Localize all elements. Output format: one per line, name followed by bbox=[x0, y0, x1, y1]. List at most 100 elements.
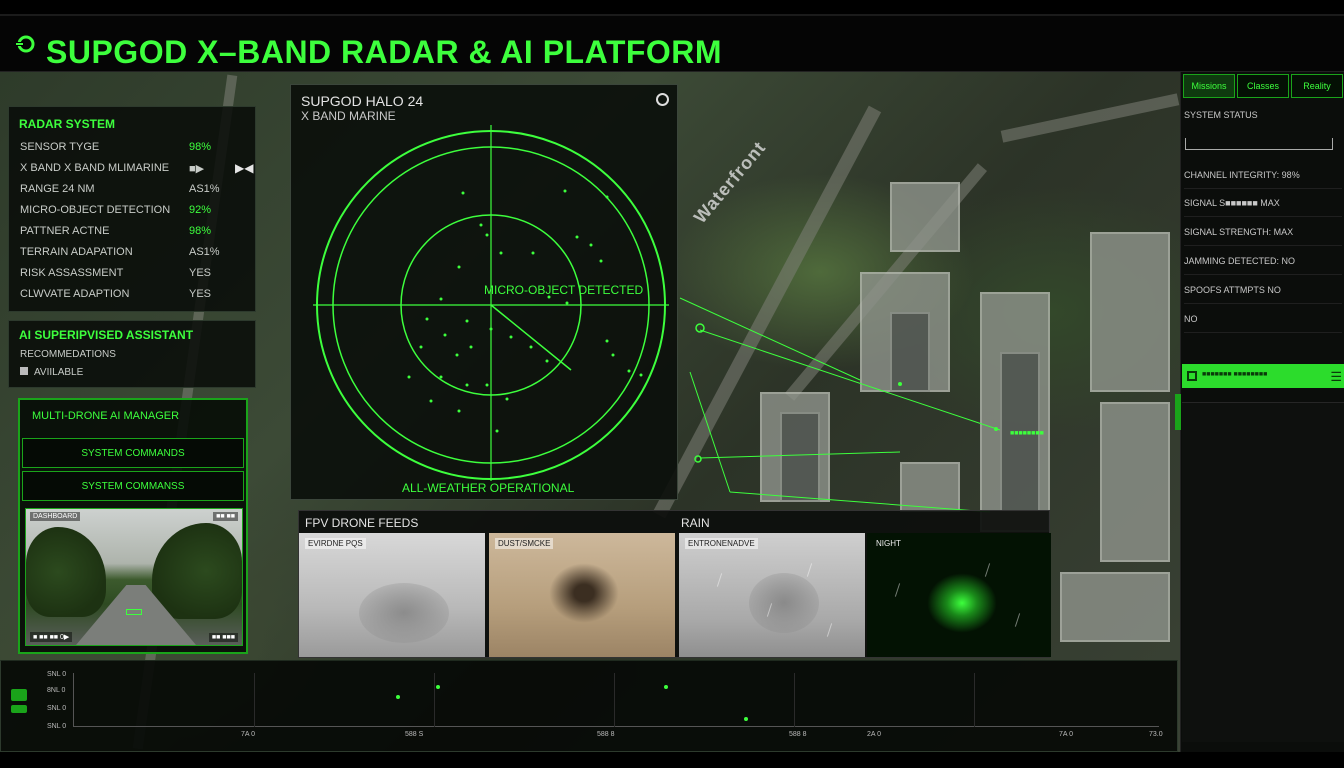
tab-reality[interactable]: Reality bbox=[1291, 74, 1343, 98]
camera-icon[interactable] bbox=[11, 689, 27, 701]
timeline-event[interactable] bbox=[744, 717, 748, 721]
alert-icon bbox=[1187, 371, 1197, 381]
rain-streak bbox=[716, 573, 723, 587]
fpv-feed-dust[interactable]: DUST/SMCKE bbox=[489, 533, 675, 657]
drone-camera-feed[interactable]: DASHBOARD ■■ ■■ ■ ■■ ■■ 0▶ ■■ ■■■ bbox=[25, 508, 243, 646]
rain-streak bbox=[806, 563, 813, 577]
bottom-bar bbox=[0, 752, 1344, 768]
app-header: SUPGOD X–BAND RADAR & AI PLATFORM bbox=[0, 14, 1344, 72]
timeline-x-label: 7A 0 bbox=[1059, 731, 1074, 738]
feed-label: NIGHT bbox=[876, 539, 901, 548]
assistant-title: AI SUPERIPVISED ASSISTANT bbox=[19, 328, 194, 342]
page-title: SUPGOD X–BAND RADAR & AI PLATFORM bbox=[46, 34, 723, 70]
menu-icon[interactable]: ☰ bbox=[1330, 369, 1342, 385]
radar-row-label: MICRO-OBJECT DETECTION bbox=[20, 204, 171, 216]
sidebar-lower-area bbox=[1182, 402, 1344, 742]
rain-streak bbox=[826, 623, 833, 637]
timeline-y-label: SNL 0 bbox=[47, 723, 67, 730]
timeline-event[interactable] bbox=[396, 695, 400, 699]
radar-row-value: AS1% bbox=[189, 183, 220, 195]
ai-assistant-panel[interactable]: AI SUPERIPVISED ASSISTANT RECOMMEDATIONS… bbox=[8, 320, 256, 388]
grid-line bbox=[614, 673, 615, 727]
drone-manager-panel: MULTI-DRONE AI MANAGER SYSTEM COMMANDS S… bbox=[18, 398, 248, 654]
fpv-feed-environment[interactable]: EVIRDNE PQS bbox=[299, 533, 485, 657]
radar-row-label: RANGE 24 NM bbox=[20, 183, 95, 195]
timeline-y-label: SNL 0 bbox=[47, 671, 67, 678]
rain-streak bbox=[894, 583, 901, 597]
timeline-x-label: 588 8 bbox=[789, 731, 807, 738]
timeline-event[interactable] bbox=[436, 685, 440, 689]
system-status-bar bbox=[1185, 138, 1333, 150]
feed-blur bbox=[359, 583, 449, 643]
timeline-x-label: 588 8 bbox=[597, 731, 615, 738]
feed-label: EVIRDNE PQS bbox=[305, 538, 366, 549]
camera-label: ■■ ■■ bbox=[213, 512, 238, 521]
radar-row-label: RISK ASSASSMENT bbox=[20, 267, 124, 279]
radar-row-value: ■▶ bbox=[189, 163, 205, 175]
fpv-feeds-panel: FPV DRONE FEEDS RAIN EVIRDNE PQS DUST/SM… bbox=[298, 510, 1051, 658]
layer-icon[interactable] bbox=[11, 705, 27, 713]
radar-row-value: YES bbox=[189, 288, 212, 300]
collapse-handle[interactable] bbox=[1175, 394, 1181, 430]
radar-row-label: SENSOR TYGE bbox=[20, 141, 100, 153]
camera-label: ■■ ■■■ bbox=[208, 633, 238, 642]
sidebar-tabs: Missions Classes Reality bbox=[1183, 74, 1343, 98]
alert-bar[interactable]: ■■■■■■■ ■■■■■■■■ ☰ bbox=[1182, 364, 1344, 388]
system-commands-button[interactable]: SYSTEM COMMANDS bbox=[22, 438, 244, 468]
system-commands-button-2[interactable]: SYSTEM COMMANSS bbox=[22, 471, 244, 501]
radar-system-title: RADAR SYSTEM bbox=[19, 117, 116, 131]
timeline-x-label: 2A 0 bbox=[867, 731, 882, 738]
radar-row-label: TERRAIN ADAPATION bbox=[20, 246, 133, 258]
radar-row-label: X BAND X BAND MLIMARINE bbox=[20, 162, 170, 174]
radar-row-value: 98% bbox=[189, 141, 212, 153]
camera-label: DASHBOARD bbox=[30, 512, 81, 521]
timeline-event[interactable] bbox=[664, 685, 668, 689]
fpv-feed-night[interactable]: NIGHT bbox=[867, 533, 1051, 657]
micro-object-detected-label: MICRO-OBJECT DETECTED bbox=[484, 283, 644, 297]
fpv-rain-label: RAIN bbox=[681, 516, 710, 530]
assistant-status-text: AVIILABLE bbox=[34, 367, 84, 378]
feed-label: ENTRONENADVE bbox=[685, 538, 758, 549]
status-row: SIGNAL S■■■■■■ MAX bbox=[1184, 190, 1342, 217]
building-tag: ■■■■■■■■ bbox=[1010, 430, 1044, 437]
alert-text: ■■■■■■■ ■■■■■■■■ bbox=[1202, 371, 1268, 378]
all-weather-label: ALL-WEATHER OPERATIONAL bbox=[402, 481, 575, 495]
feed-glow bbox=[927, 573, 997, 633]
radar-scope-panel[interactable]: SUPGOD HALO 24 X BAND MARINE MICRO-OBJEC… bbox=[290, 84, 678, 500]
bowtie-icon[interactable]: ▶◀ bbox=[235, 161, 253, 175]
status-square-icon bbox=[20, 367, 28, 375]
status-row: SPOOFS ATTMPTS NO bbox=[1184, 277, 1342, 304]
grid-line bbox=[254, 673, 255, 727]
fpv-title: FPV DRONE FEEDS bbox=[305, 516, 419, 530]
camera-trees bbox=[152, 523, 242, 619]
timeline-panel[interactable]: SNL 0 8NL 0 SNL 0 SNL 0 7A 0 588 S 588 8… bbox=[0, 660, 1178, 752]
tab-classes[interactable]: Classes bbox=[1237, 74, 1289, 98]
radar-system-panel: RADAR SYSTEM SENSOR TYGE 98% X BAND X BA… bbox=[8, 106, 256, 312]
grid-line bbox=[794, 673, 795, 727]
radar-row-value: 92% bbox=[189, 204, 212, 216]
status-row: SIGNAL STRENGTH: MAX bbox=[1184, 219, 1342, 246]
radar-row-value: AS1% bbox=[189, 246, 220, 258]
timeline-plot bbox=[73, 673, 1159, 727]
assistant-status: AVIILABLE bbox=[20, 367, 83, 378]
rain-streak bbox=[1014, 613, 1021, 627]
tab-missions[interactable]: Missions bbox=[1183, 74, 1235, 98]
target-marker bbox=[126, 609, 142, 615]
feed-blur bbox=[549, 563, 619, 623]
status-row: JAMMING DETECTED: NO bbox=[1184, 248, 1342, 275]
assistant-subtitle: RECOMMEDATIONS bbox=[20, 349, 116, 360]
radar-row-label: PATTNER ACTNE bbox=[20, 225, 110, 237]
radar-row-value: YES bbox=[189, 267, 212, 279]
radar-blips bbox=[407, 189, 643, 433]
radar-row-value: 98% bbox=[189, 225, 212, 237]
timeline-y-label: 8NL 0 bbox=[47, 687, 66, 694]
right-sidebar: Missions Classes Reality SYSTEM STATUS C… bbox=[1175, 72, 1344, 752]
system-status-title: SYSTEM STATUS bbox=[1184, 110, 1258, 120]
feed-label: DUST/SMCKE bbox=[495, 538, 554, 549]
timeline-x-label: 588 S bbox=[405, 731, 424, 738]
timeline-x-label: 7A 0 bbox=[241, 731, 256, 738]
fpv-feed-rain[interactable]: ENTRONENADVE bbox=[679, 533, 865, 657]
camera-trees bbox=[26, 527, 106, 617]
grid-line bbox=[974, 673, 975, 727]
logo-icon bbox=[16, 35, 35, 53]
